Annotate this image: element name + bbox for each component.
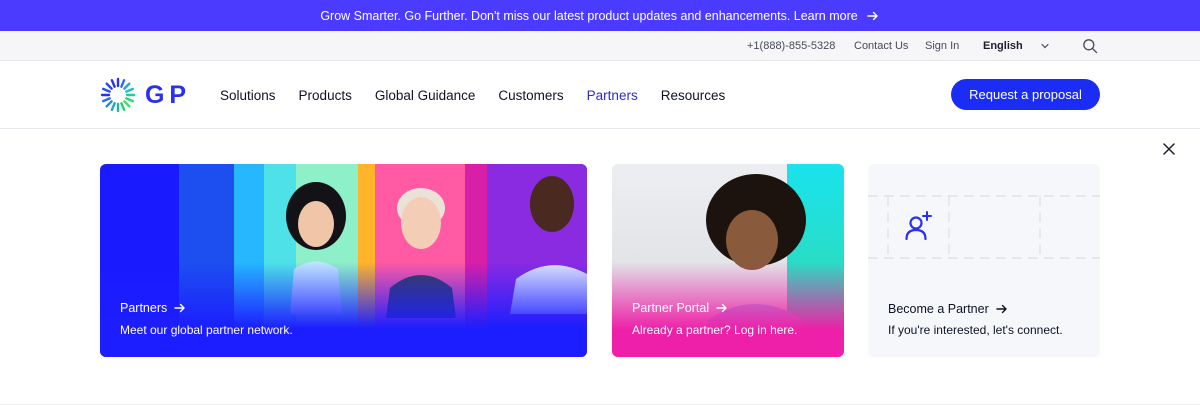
request-proposal-button[interactable]: Request a proposal	[951, 79, 1100, 110]
nav-item-solutions[interactable]: Solutions	[220, 88, 276, 103]
become-partner-card-subtitle: If you're interested, let's connect.	[888, 323, 1063, 337]
search-icon[interactable]	[1082, 31, 1098, 61]
contact-us-link[interactable]: Contact Us	[854, 31, 908, 61]
add-user-icon	[905, 211, 932, 241]
logo-text: G P	[145, 80, 186, 109]
announcement-bar[interactable]: Grow Smarter. Go Further. Don't miss our…	[0, 0, 1200, 31]
partners-card-subtitle: Meet our global partner network.	[120, 323, 293, 337]
nav-item-global-guidance[interactable]: Global Guidance	[375, 88, 476, 103]
logo[interactable]: G P	[99, 75, 187, 115]
announcement-text[interactable]: Grow Smarter. Go Further. Don't miss our…	[320, 9, 857, 23]
arrow-right-icon[interactable]	[866, 9, 880, 23]
become-partner-card-title[interactable]: Become a Partner	[888, 302, 1009, 316]
sunburst-logo-icon	[100, 77, 136, 113]
utility-bar: +1(888)-855-5328 Contact Us Sign In Engl…	[0, 31, 1200, 61]
partner-portal-card-subtitle: Already a partner? Log in here.	[632, 323, 798, 337]
partner-portal-card[interactable]: Partner Portal Already a partner? Log in…	[612, 164, 844, 357]
partner-portal-card-title[interactable]: Partner Portal	[632, 301, 729, 315]
partners-card[interactable]: Partners Meet our global partner network…	[100, 164, 587, 357]
sign-in-link[interactable]: Sign In	[925, 31, 959, 61]
nav-item-customers[interactable]: Customers	[498, 88, 563, 103]
nav-item-partners[interactable]: Partners	[587, 88, 638, 103]
nav-item-products[interactable]: Products	[299, 88, 352, 103]
arrow-right-icon	[996, 304, 1007, 314]
arrow-right-icon	[716, 303, 727, 313]
language-select[interactable]: English	[983, 31, 1023, 61]
become-partner-card[interactable]: Become a Partner If you're interested, l…	[868, 164, 1100, 357]
phone-link[interactable]: +1(888)-855-5328	[747, 31, 835, 61]
nav-links: Solutions Products Global Guidance Custo…	[220, 61, 748, 129]
main-navigation: G P Solutions Products Global Guidance C…	[0, 61, 1200, 129]
close-icon[interactable]	[1161, 141, 1177, 157]
chevron-down-icon[interactable]	[1040, 31, 1050, 61]
nav-item-resources[interactable]: Resources	[661, 88, 726, 103]
partners-card-title[interactable]: Partners	[120, 301, 187, 315]
arrow-right-icon	[174, 303, 185, 313]
